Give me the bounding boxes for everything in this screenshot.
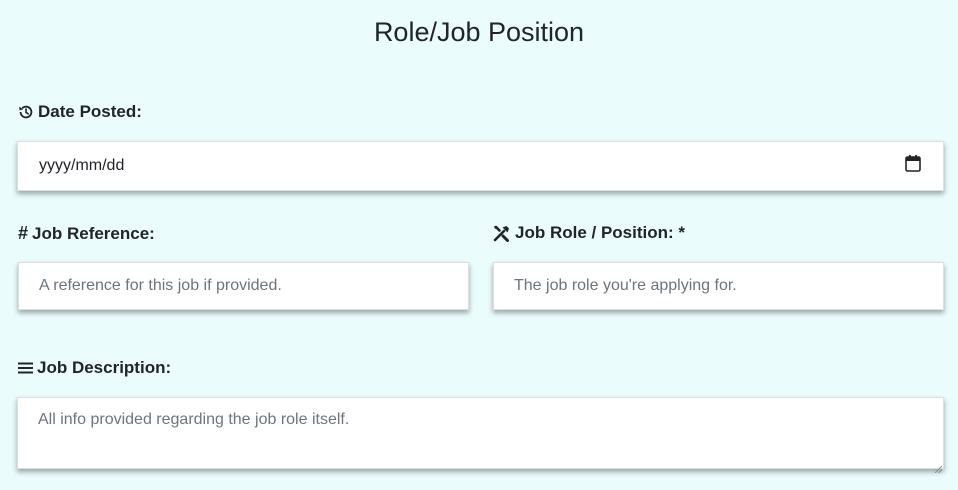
calendar-icon[interactable] xyxy=(905,155,921,177)
resize-handle-icon[interactable] xyxy=(934,460,943,478)
job-description-label-text: Job Description: xyxy=(37,358,172,377)
job-reference-label-text: Job Reference: xyxy=(32,223,155,243)
job-reference-input[interactable] xyxy=(18,262,469,310)
job-role-input[interactable] xyxy=(493,262,944,310)
date-posted-label-text: Date Posted: xyxy=(38,102,142,121)
history-icon xyxy=(18,104,38,120)
hash-icon: # xyxy=(18,223,29,243)
date-posted-input[interactable]: yyyy/mm/dd xyxy=(17,141,944,191)
job-role-label: Job Role / Position: * xyxy=(493,223,685,243)
job-reference-label: # Job Reference: xyxy=(18,223,155,244)
job-description-textarea[interactable] xyxy=(17,397,944,469)
job-description-label: Job Description: xyxy=(18,358,171,378)
date-posted-value: yyyy/mm/dd xyxy=(39,157,125,174)
tools-icon xyxy=(493,225,515,242)
page-title: Role/Job Position xyxy=(373,17,585,47)
list-icon xyxy=(18,361,37,375)
job-role-label-text: Job Role / Position: * xyxy=(515,223,686,242)
date-posted-label: Date Posted: xyxy=(18,102,142,122)
